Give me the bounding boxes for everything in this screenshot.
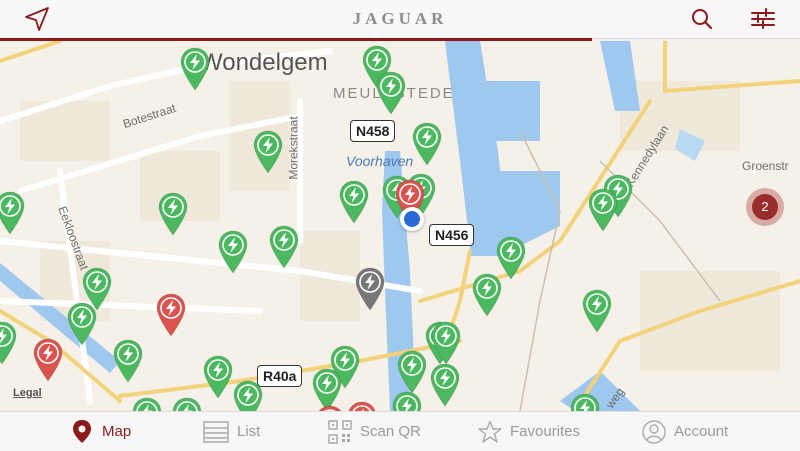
pin-cluster[interactable]: 2 xyxy=(746,188,784,226)
charging-pin-available[interactable] xyxy=(588,188,618,232)
charging-pin-available[interactable] xyxy=(0,321,17,365)
lightning-bolt-icon xyxy=(397,350,427,394)
charging-pin-available[interactable] xyxy=(253,130,283,174)
charging-pin-available[interactable] xyxy=(172,397,202,411)
lightning-bolt-icon xyxy=(67,302,97,346)
tab-favourites-label: Favourites xyxy=(510,423,581,440)
lightning-bolt-icon xyxy=(392,391,422,411)
charging-pin-available[interactable] xyxy=(392,391,422,411)
lightning-bolt-icon xyxy=(431,321,461,365)
star-icon xyxy=(478,420,502,443)
charging-pin-available[interactable] xyxy=(0,191,25,235)
tab-map-label: Map xyxy=(102,423,132,440)
app-brand-logo: JAGUAR xyxy=(352,9,448,28)
area-label-wondelgem: Wondelgem xyxy=(200,49,328,76)
charging-pin-available[interactable] xyxy=(203,355,233,399)
lightning-bolt-icon xyxy=(376,71,406,115)
charging-pin-available[interactable] xyxy=(430,363,460,407)
list-icon xyxy=(203,420,229,443)
lightning-bolt-icon xyxy=(339,180,369,224)
lightning-bolt-icon xyxy=(472,273,502,317)
charging-pin-occupied[interactable] xyxy=(347,401,377,411)
charging-pin-available[interactable] xyxy=(431,321,461,365)
tab-map[interactable]: Map xyxy=(70,412,131,451)
charging-pin-available[interactable] xyxy=(113,339,143,383)
search-icon[interactable] xyxy=(688,5,716,33)
charging-pin-available[interactable] xyxy=(339,180,369,224)
lightning-bolt-icon xyxy=(113,339,143,383)
tab-list-label: List xyxy=(237,423,261,440)
bottom-tab-bar: Map List Scan QR Favourites Account xyxy=(0,411,800,451)
sliders-icon[interactable] xyxy=(748,5,778,33)
lightning-bolt-icon xyxy=(588,188,618,232)
lightning-bolt-icon xyxy=(33,338,63,382)
charging-pin-occupied[interactable] xyxy=(33,338,63,382)
cluster-count: 2 xyxy=(752,194,778,220)
charging-pin-available[interactable] xyxy=(218,230,248,274)
lightning-bolt-icon xyxy=(233,380,263,411)
charging-pin-available[interactable] xyxy=(376,71,406,115)
tab-favourites[interactable]: Favourites xyxy=(478,412,580,451)
lightning-bolt-icon xyxy=(172,397,202,411)
lightning-bolt-icon xyxy=(253,130,283,174)
street-label-groenstr: Groenstr xyxy=(742,159,789,173)
lightning-bolt-icon xyxy=(158,192,188,236)
tab-account-label: Account xyxy=(674,423,729,440)
charging-pin-available[interactable] xyxy=(582,289,612,333)
lightning-bolt-icon xyxy=(570,393,600,411)
lightning-bolt-icon xyxy=(218,230,248,274)
charging-pin-available[interactable] xyxy=(570,393,600,411)
charging-pin-available[interactable] xyxy=(472,273,502,317)
lightning-bolt-icon xyxy=(355,267,385,311)
lightning-bolt-icon xyxy=(203,355,233,399)
loading-progress-bar xyxy=(0,38,592,41)
charging-pin-offline[interactable] xyxy=(355,267,385,311)
lightning-bolt-icon xyxy=(348,401,376,411)
user-location-dot xyxy=(400,207,424,231)
charging-map[interactable]: Wondelgem MEULESTEDE Voorhaven Botestraa… xyxy=(0,41,800,411)
road-shield-r40a: R40a xyxy=(257,365,303,387)
lightning-bolt-icon xyxy=(0,191,25,235)
top-bar: JAGUAR xyxy=(0,0,800,39)
tab-account[interactable]: Account xyxy=(642,412,728,451)
user-icon xyxy=(642,419,666,444)
charging-pin-available[interactable] xyxy=(412,122,442,166)
lightning-bolt-icon xyxy=(180,47,210,91)
tab-scan-qr[interactable]: Scan QR xyxy=(328,412,421,451)
lightning-bolt-icon xyxy=(430,363,460,407)
legal-link[interactable]: Legal xyxy=(13,387,42,399)
lightning-bolt-icon xyxy=(582,289,612,333)
charging-pin-available[interactable] xyxy=(132,397,162,411)
map-pin-icon xyxy=(73,419,91,443)
lightning-bolt-icon xyxy=(156,293,186,337)
lightning-bolt-icon xyxy=(269,225,299,269)
road-shield-n458: N458 xyxy=(350,120,396,142)
charging-pin-available[interactable] xyxy=(158,192,188,236)
charging-pin-available[interactable] xyxy=(397,350,427,394)
road-shield-n456: N456 xyxy=(429,224,475,246)
qr-code-icon xyxy=(328,419,352,444)
lightning-bolt-icon xyxy=(412,122,442,166)
charging-pin-available[interactable] xyxy=(269,225,299,269)
charging-pin-occupied[interactable] xyxy=(156,293,186,337)
charging-pin-available[interactable] xyxy=(233,380,263,411)
street-label-morekstraat: Morekstraat xyxy=(286,116,301,180)
tab-list[interactable]: List xyxy=(203,412,260,451)
lightning-bolt-icon xyxy=(0,321,17,365)
charging-pin-available[interactable] xyxy=(180,47,210,91)
tab-scan-qr-label: Scan QR xyxy=(360,423,421,440)
lightning-bolt-icon xyxy=(132,397,162,411)
water-label-voorhaven: Voorhaven xyxy=(346,153,414,169)
charging-pin-available[interactable] xyxy=(67,302,97,346)
